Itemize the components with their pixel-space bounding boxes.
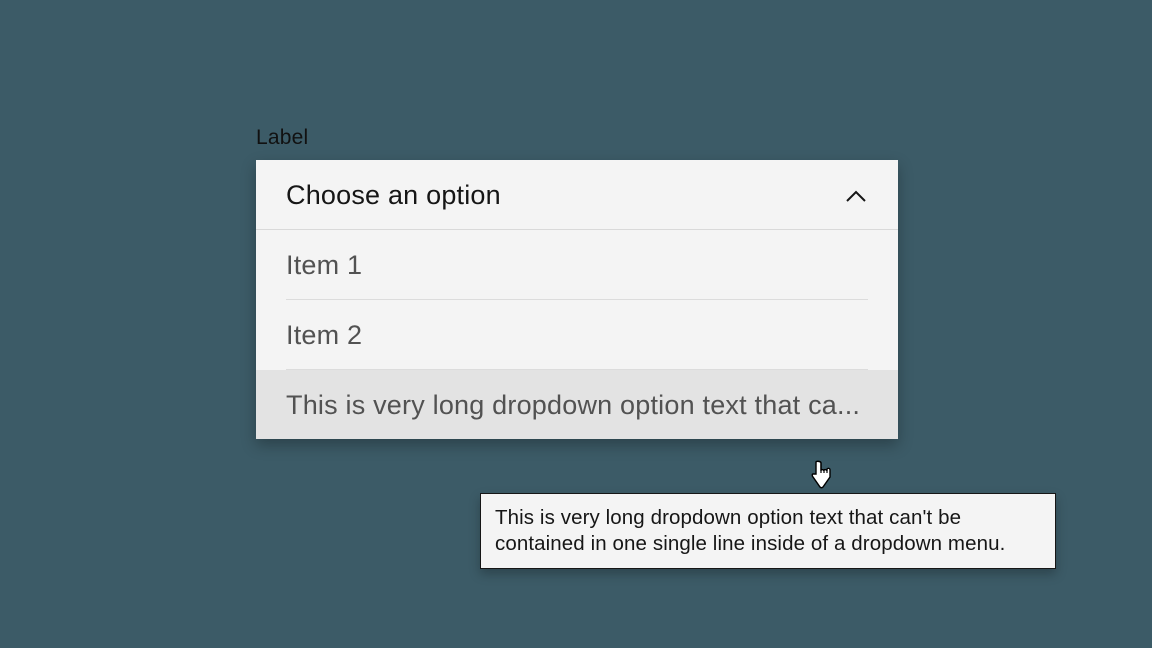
- pointer-cursor-icon: [808, 460, 834, 490]
- dropdown-trigger[interactable]: Choose an option: [256, 160, 898, 230]
- dropdown-item[interactable]: Item 2: [286, 300, 868, 370]
- tooltip: This is very long dropdown option text t…: [480, 493, 1056, 569]
- chevron-up-icon: [844, 184, 868, 208]
- dropdown-placeholder: Choose an option: [286, 180, 501, 211]
- dropdown-item[interactable]: Item 1: [286, 230, 868, 300]
- dropdown-label: Label: [256, 126, 898, 150]
- dropdown-item[interactable]: This is very long dropdown option text t…: [256, 370, 898, 439]
- dropdown: Choose an option Item 1 Item 2 This is v…: [256, 160, 898, 439]
- dropdown-list: Item 1 Item 2 This is very long dropdown…: [256, 230, 898, 439]
